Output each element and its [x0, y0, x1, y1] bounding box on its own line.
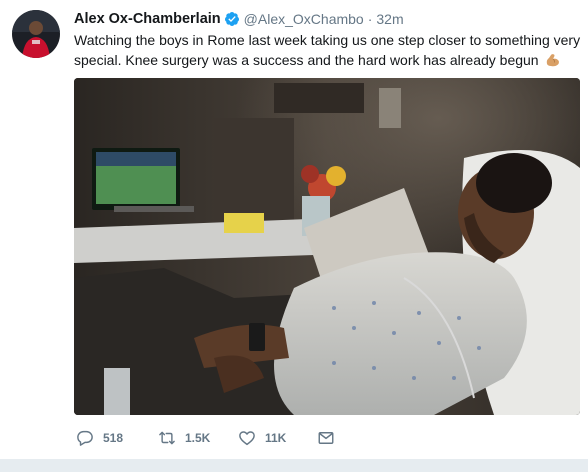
reply-count: 518 [103, 431, 124, 445]
retweet-icon [159, 431, 175, 445]
retweet-count: 1.5K [185, 431, 211, 445]
like-button[interactable]: 11K [238, 429, 317, 447]
flexed-biceps-emoji-icon [545, 52, 561, 68]
tweet-text-container: Watching the boys in Rome last week taki… [74, 30, 584, 70]
tweet-card[interactable]: Alex Ox-Chamberlain @Alex_OxChambo · 32m… [0, 0, 588, 460]
tweet-text: Watching the boys in Rome last week taki… [74, 32, 581, 68]
like-count: 11K [265, 431, 287, 445]
hospital-bed-photo-icon [74, 78, 580, 415]
direct-message-button[interactable] [317, 429, 335, 447]
avatar-image [12, 10, 60, 58]
author-avatar[interactable] [12, 10, 60, 58]
retweet-button[interactable]: 1.5K [158, 429, 238, 447]
heart-icon [239, 431, 255, 446]
verified-badge-icon [224, 11, 240, 27]
header-separator: · [367, 11, 373, 27]
author-name[interactable]: Alex Ox-Chamberlain [74, 11, 221, 27]
tweet-actions: 518 1.5K 11K [76, 428, 335, 448]
tweet-header: Alex Ox-Chamberlain @Alex_OxChambo · 32m [74, 9, 404, 29]
tweet-photo[interactable] [74, 78, 580, 415]
reply-button[interactable]: 518 [76, 429, 158, 447]
author-handle[interactable]: @Alex_OxChambo [244, 11, 364, 27]
reply-icon [77, 430, 93, 446]
tweet-timestamp[interactable]: 32m [376, 11, 403, 27]
envelope-icon [318, 432, 334, 444]
